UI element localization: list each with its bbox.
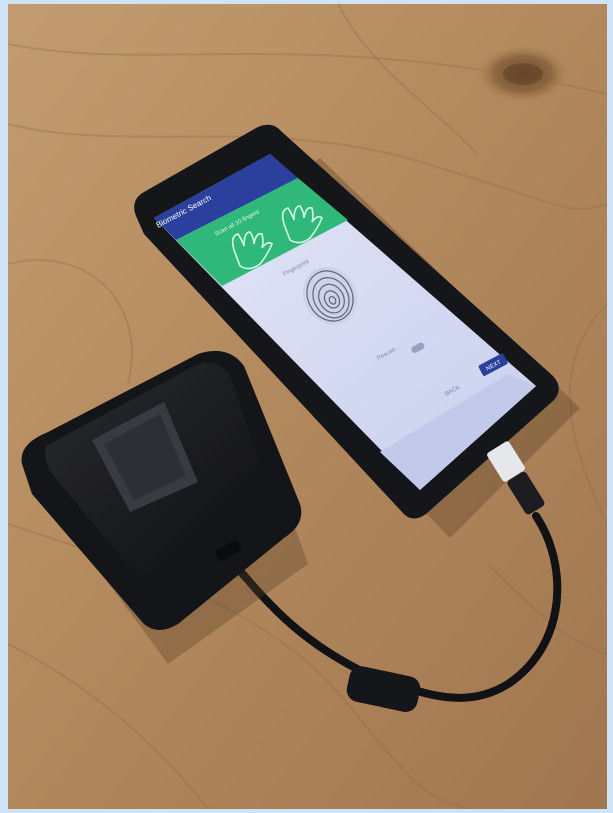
photo-svg: Biometric Search Scan all 10 fingers Fin… [8, 4, 607, 809]
photo-scene: Biometric Search Scan all 10 fingers Fin… [8, 4, 607, 809]
